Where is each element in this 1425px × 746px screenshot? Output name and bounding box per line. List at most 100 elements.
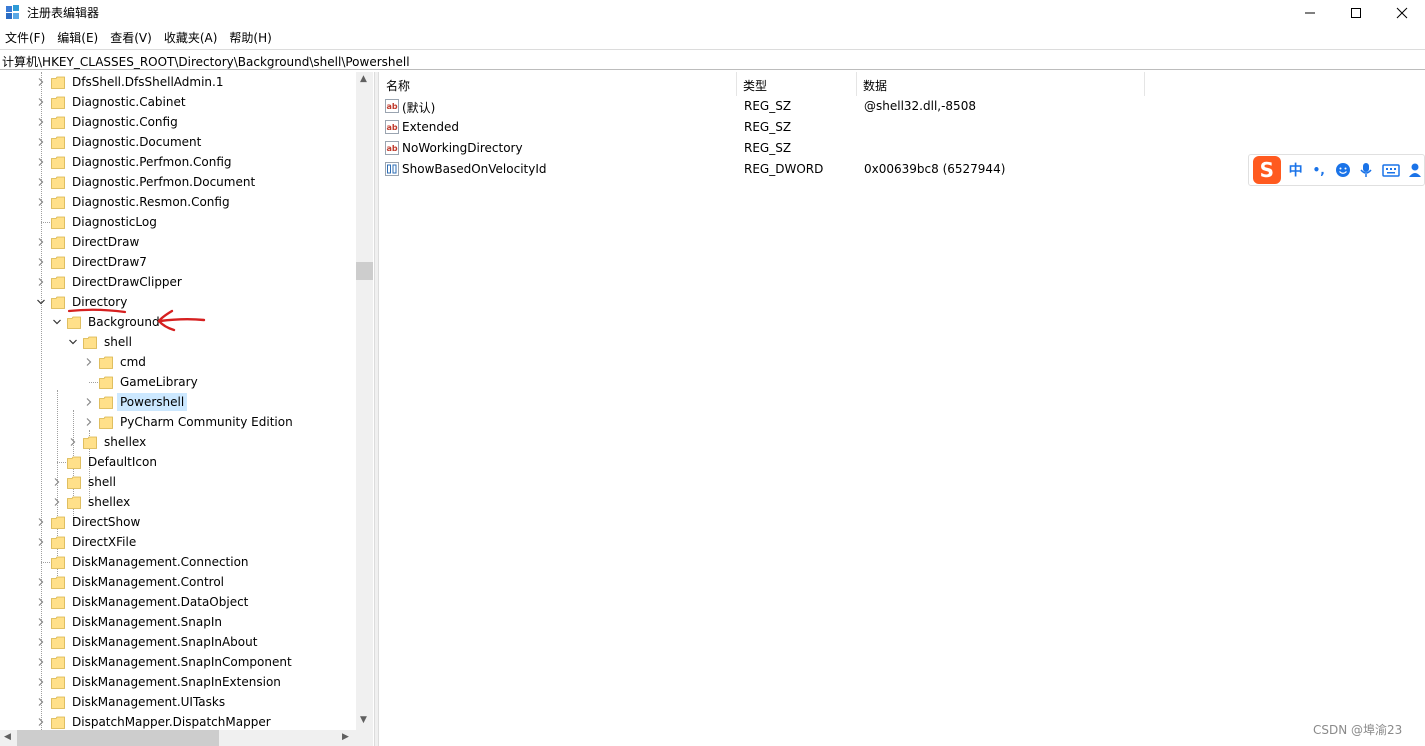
tree-node-label[interactable]: DiskManagement.SnapInAbout [69, 633, 260, 651]
scroll-left-icon[interactable]: ◀ [4, 732, 11, 742]
tree-node[interactable]: Diagnostic.Perfmon.Document [0, 172, 356, 192]
tree-node[interactable]: DirectShow [0, 512, 356, 532]
tree-node-label[interactable]: DfsShell.DfsShellAdmin.1 [69, 73, 227, 91]
chevron-right-icon[interactable] [36, 177, 46, 187]
menu-edit[interactable]: 编辑(E) [52, 27, 105, 47]
keyboard-icon[interactable] [1382, 163, 1401, 177]
tree-node[interactable]: DiskManagement.SnapIn [0, 612, 356, 632]
column-header-data[interactable]: 数据 [857, 72, 1145, 96]
tree-node-label[interactable]: DirectDrawClipper [69, 273, 185, 291]
tree-node[interactable]: DefaultIcon [0, 452, 356, 472]
tree-node-label[interactable]: DiskManagement.UITasks [69, 693, 228, 711]
chevron-right-icon[interactable] [68, 437, 78, 447]
chevron-down-icon[interactable] [36, 297, 46, 307]
tree-node[interactable]: GameLibrary [0, 372, 356, 392]
chevron-right-icon[interactable] [84, 397, 94, 407]
chevron-right-icon[interactable] [36, 637, 46, 647]
pane-splitter[interactable] [374, 72, 379, 746]
tree-node-label[interactable]: DirectXFile [69, 533, 139, 551]
tree-node-label[interactable]: DiskManagement.DataObject [69, 593, 251, 611]
chevron-right-icon[interactable] [36, 117, 46, 127]
tree-node-label[interactable]: cmd [117, 353, 149, 371]
menu-view[interactable]: 查看(V) [105, 27, 159, 47]
tree-horizontal-scroll-thumb[interactable] [17, 730, 219, 746]
tree-node-label[interactable]: Diagnostic.Cabinet [69, 93, 189, 111]
tree-node-label[interactable]: GameLibrary [117, 373, 201, 391]
value-row[interactable]: ab Extended REG_SZ [380, 117, 1425, 138]
maximize-button[interactable] [1333, 0, 1379, 26]
tree-node-label[interactable]: DiagnosticLog [69, 213, 160, 231]
chevron-right-icon[interactable] [36, 517, 46, 527]
menu-help[interactable]: 帮助(H) [224, 27, 278, 47]
tree-node[interactable]: DiskManagement.Control [0, 572, 356, 592]
tree-node[interactable]: DiskManagement.SnapInExtension [0, 672, 356, 692]
tree-horizontal-scrollbar[interactable]: ◀ ▶ [0, 730, 356, 746]
tree-node-label[interactable]: DiskManagement.Control [69, 573, 227, 591]
tree-node[interactable]: DiskManagement.SnapInAbout [0, 632, 356, 652]
close-button[interactable] [1379, 0, 1425, 26]
chevron-right-icon[interactable] [36, 657, 46, 667]
microphone-icon[interactable] [1359, 162, 1373, 178]
tree-node[interactable]: DfsShell.DfsShellAdmin.1 [0, 72, 356, 92]
tree-node[interactable]: Diagnostic.Perfmon.Config [0, 152, 356, 172]
tree-node[interactable]: PyCharm Community Edition [0, 412, 356, 432]
tree-node-label[interactable]: shellex [85, 493, 133, 511]
tree-node-label[interactable]: Diagnostic.Config [69, 113, 181, 131]
tree-node-label[interactable]: DiskManagement.SnapIn [69, 613, 225, 631]
chevron-right-icon[interactable] [36, 677, 46, 687]
tree-node[interactable]: DispatchMapper.DispatchMapper [0, 712, 356, 732]
tree-node-label[interactable]: PyCharm Community Edition [117, 413, 296, 431]
tree-node-label[interactable]: DirectDraw7 [69, 253, 150, 271]
chevron-right-icon[interactable] [52, 477, 62, 487]
ime-toolbar[interactable]: S 中 •, [1248, 154, 1425, 186]
tree-node-label[interactable]: Diagnostic.Perfmon.Document [69, 173, 258, 191]
chevron-right-icon[interactable] [36, 237, 46, 247]
tree-node[interactable]: Diagnostic.Document [0, 132, 356, 152]
tree-vertical-scroll-thumb[interactable] [356, 262, 373, 280]
tree-node[interactable]: shell [0, 332, 356, 352]
chevron-right-icon[interactable] [52, 497, 62, 507]
ime-chinese-mode[interactable]: 中 [1289, 160, 1303, 180]
chevron-right-icon[interactable] [36, 77, 46, 87]
chevron-right-icon[interactable] [36, 697, 46, 707]
chevron-right-icon[interactable] [36, 597, 46, 607]
tree-node[interactable]: Diagnostic.Cabinet [0, 92, 356, 112]
tree-node[interactable]: Diagnostic.Resmon.Config [0, 192, 356, 212]
scroll-up-icon[interactable]: ▲ [360, 74, 367, 84]
chevron-right-icon[interactable] [36, 197, 46, 207]
tree-node[interactable]: shellex [0, 492, 356, 512]
chevron-right-icon[interactable] [36, 157, 46, 167]
tree-node[interactable]: DirectDrawClipper [0, 272, 356, 292]
column-header-type[interactable]: 类型 [737, 72, 857, 96]
sogou-logo-icon[interactable]: S [1253, 156, 1281, 184]
tree-node-label[interactable]: shell [85, 473, 119, 491]
tree-node-label[interactable]: DiskManagement.Connection [69, 553, 252, 571]
tree-node-label[interactable]: shell [101, 333, 135, 351]
user-account-icon[interactable] [1408, 162, 1424, 178]
scroll-right-icon[interactable]: ▶ [342, 732, 349, 742]
tree-node-label[interactable]: DirectShow [69, 513, 143, 531]
chevron-right-icon[interactable] [36, 717, 46, 727]
tree-node-label[interactable]: Diagnostic.Perfmon.Config [69, 153, 235, 171]
tree-node[interactable]: DiskManagement.Connection [0, 552, 356, 572]
tree-node-label[interactable]: DirectDraw [69, 233, 142, 251]
chevron-right-icon[interactable] [36, 97, 46, 107]
chevron-right-icon[interactable] [36, 137, 46, 147]
tree-node-label[interactable]: DiskManagement.SnapInComponent [69, 653, 295, 671]
tree-node[interactable]: Diagnostic.Config [0, 112, 356, 132]
tree-node[interactable]: DiskManagement.SnapInComponent [0, 652, 356, 672]
tree-node[interactable]: shellex [0, 432, 356, 452]
tree-node-label[interactable]: shellex [101, 433, 149, 451]
chevron-right-icon[interactable] [36, 577, 46, 587]
column-header-name[interactable]: 名称 [380, 72, 737, 96]
ime-punctuation[interactable]: •, [1313, 163, 1325, 177]
tree-node-label[interactable]: DefaultIcon [85, 453, 160, 471]
chevron-right-icon[interactable] [36, 257, 46, 267]
menu-favorites[interactable]: 收藏夹(A) [159, 27, 225, 47]
tree-vertical-scrollbar[interactable]: ▲ ▼ [356, 72, 373, 730]
menu-file[interactable]: 文件(F) [0, 27, 52, 47]
minimize-button[interactable] [1287, 0, 1333, 26]
chevron-right-icon[interactable] [84, 417, 94, 427]
value-row[interactable]: ab (默认) REG_SZ @shell32.dll,-8508 [380, 96, 1425, 117]
address-bar[interactable]: 计算机\HKEY_CLASSES_ROOT\Directory\Backgrou… [0, 49, 1425, 70]
